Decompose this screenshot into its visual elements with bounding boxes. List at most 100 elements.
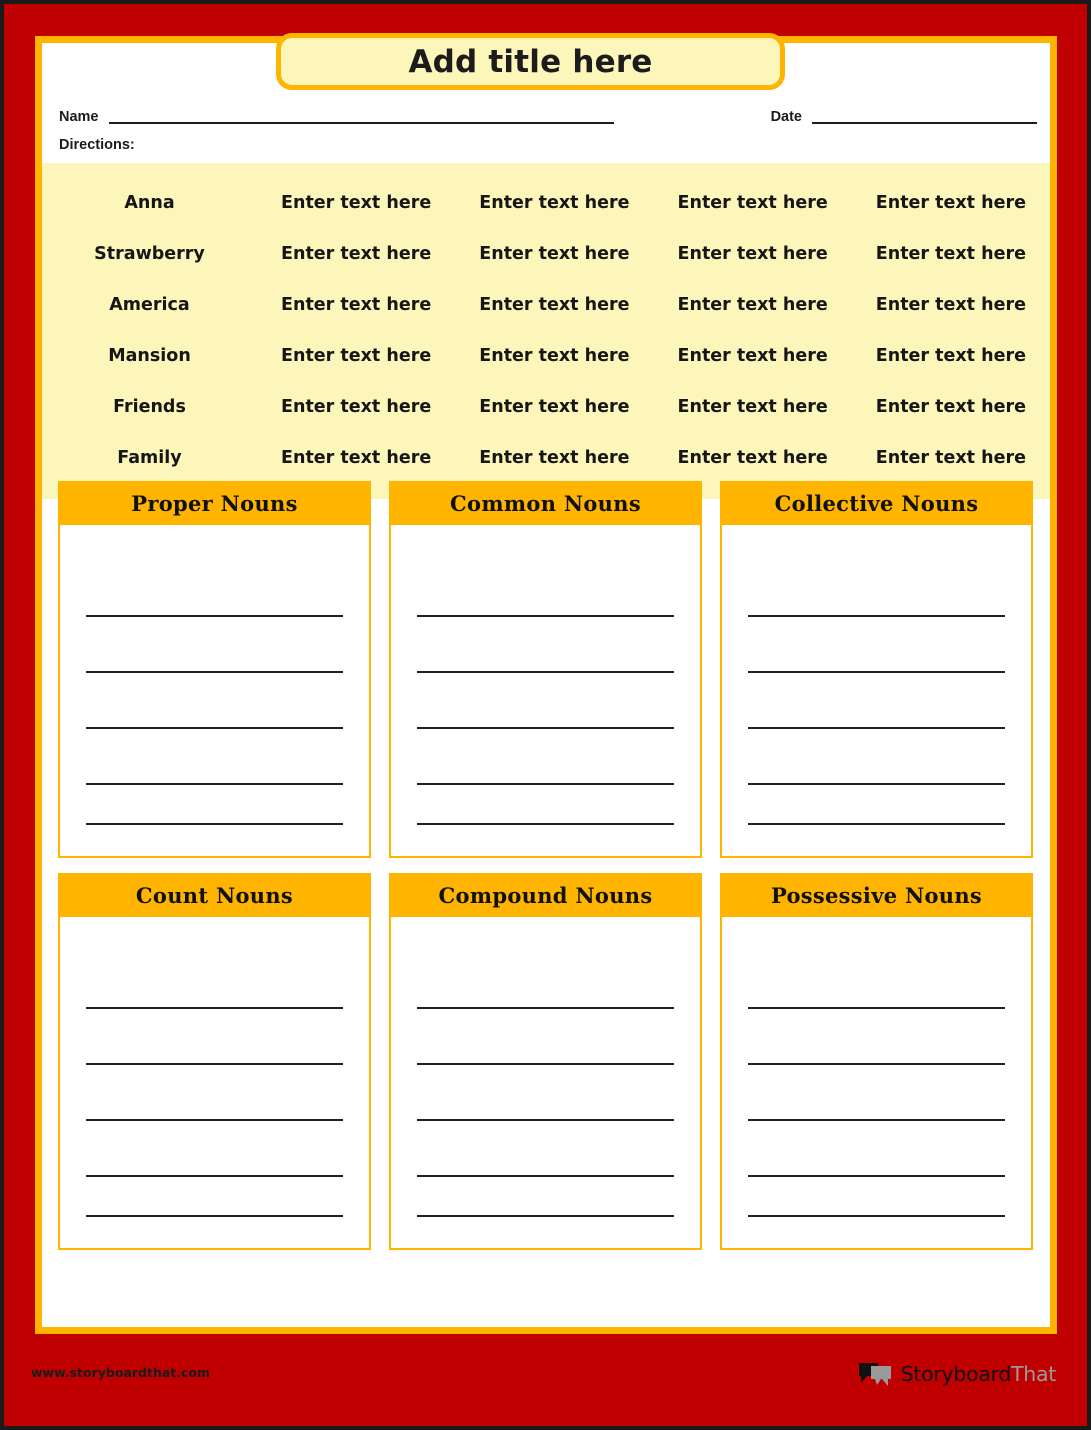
write-line[interactable] [748,561,1005,617]
write-line[interactable] [86,1009,343,1065]
write-line[interactable] [748,1065,1005,1121]
date-label: Date [770,109,802,125]
category-header: Count Nouns [58,873,371,917]
footer-website-url[interactable]: www.storyboardthat.com [31,1365,210,1380]
write-line[interactable] [748,673,1005,729]
write-line[interactable] [417,1121,674,1177]
logo-text-that: That [1011,1362,1056,1386]
worksheet-page: Name Date Directions: Anna Enter text he… [0,0,1091,1430]
word-bank-word: Family [117,447,182,468]
word-bank-entry[interactable]: Enter text here [455,193,653,213]
write-line[interactable] [748,953,1005,1009]
write-line[interactable] [748,1009,1005,1065]
category-title: Possessive Nouns [770,882,983,908]
speech-bubbles-icon [858,1363,891,1386]
category-answer-area[interactable] [720,917,1033,1250]
word-bank-entry[interactable]: Enter text here [654,295,852,315]
word-bank-entry[interactable]: Enter text here [455,346,653,366]
page-title: Add title here [408,43,653,80]
category-answer-area[interactable] [720,525,1033,858]
word-bank-word: Mansion [108,345,191,366]
directions-label: Directions: [59,137,135,153]
write-line[interactable] [417,953,674,1009]
word-bank-entry[interactable]: Enter text here [257,346,455,366]
write-line[interactable] [417,785,674,825]
word-bank-entry[interactable]: Enter text here [257,295,455,315]
write-line[interactable] [748,1121,1005,1177]
category-title: Common Nouns [450,490,641,516]
word-bank-entry[interactable]: Enter text here [257,193,455,213]
word-bank-entry[interactable]: Enter text here [257,448,455,468]
worksheet-title-banner[interactable]: Add title here [276,33,785,90]
meta-row: Name Date [59,93,1037,127]
category-title: Count Nouns [135,882,294,908]
word-bank-entry[interactable]: Enter text here [455,397,653,417]
write-line[interactable] [86,673,343,729]
word-bank-row: Mansion Enter text here Enter text here … [42,330,1050,381]
category-answer-area[interactable] [58,917,371,1250]
name-label: Name [59,109,99,125]
word-bank-row: Family Enter text here Enter text here E… [42,432,1050,483]
write-line[interactable] [748,729,1005,785]
category-grid: Proper Nouns Common Nouns Collective Nou… [58,481,1034,1250]
category-header: Compound Nouns [389,873,702,917]
date-input-line[interactable] [812,122,1037,124]
word-bank-entry[interactable]: Enter text here [654,244,852,264]
write-line[interactable] [748,785,1005,825]
name-input-line[interactable] [108,122,614,124]
write-line[interactable] [86,785,343,825]
word-bank-entry[interactable]: Enter text here [852,346,1050,366]
write-line[interactable] [417,673,674,729]
word-bank-entry[interactable]: Enter text here [852,448,1050,468]
category-box-proper-nouns: Proper Nouns [58,481,371,858]
write-line[interactable] [417,1009,674,1065]
category-title: Proper Nouns [131,490,298,516]
word-bank-entry[interactable]: Enter text here [455,295,653,315]
write-line[interactable] [86,617,343,673]
write-line[interactable] [86,953,343,1009]
word-bank-row: America Enter text here Enter text here … [42,279,1050,330]
category-box-count-nouns: Count Nouns [58,873,371,1250]
write-line[interactable] [417,617,674,673]
word-bank-entry[interactable]: Enter text here [257,244,455,264]
write-line[interactable] [748,617,1005,673]
category-header: Common Nouns [389,481,702,525]
write-line[interactable] [748,1177,1005,1217]
category-box-collective-nouns: Collective Nouns [720,481,1033,858]
write-line[interactable] [417,1065,674,1121]
write-line[interactable] [86,561,343,617]
write-line[interactable] [417,729,674,785]
word-bank-entry[interactable]: Enter text here [852,397,1050,417]
write-line[interactable] [417,561,674,617]
word-bank-entry[interactable]: Enter text here [852,244,1050,264]
word-bank-entry[interactable]: Enter text here [852,193,1050,213]
logo-wordmark: StoryboardThat [900,1362,1057,1386]
write-line[interactable] [86,729,343,785]
category-answer-area[interactable] [389,917,702,1250]
word-bank-entry[interactable]: Enter text here [852,295,1050,315]
word-bank-entry[interactable]: Enter text here [654,448,852,468]
word-bank-entry[interactable]: Enter text here [654,397,852,417]
word-bank-word: Anna [124,192,175,213]
write-line[interactable] [86,1121,343,1177]
storyboardthat-logo[interactable]: StoryboardThat [858,1361,1056,1387]
word-bank-entry[interactable]: Enter text here [455,448,653,468]
write-line[interactable] [417,1177,674,1217]
write-line[interactable] [86,1065,343,1121]
category-title: Compound Nouns [438,882,653,908]
category-box-possessive-nouns: Possessive Nouns [720,873,1033,1250]
category-answer-area[interactable] [58,525,371,858]
footer: www.storyboardthat.com StoryboardThat [4,1330,1087,1426]
category-header: Possessive Nouns [720,873,1033,917]
word-bank-word: Strawberry [94,243,205,264]
word-bank-entry[interactable]: Enter text here [654,193,852,213]
word-bank-entry[interactable]: Enter text here [257,397,455,417]
category-title: Collective Nouns [774,490,979,516]
write-line[interactable] [86,1177,343,1217]
category-answer-area[interactable] [389,525,702,858]
logo-text-storyboard: Storyboard [900,1362,1012,1386]
word-bank-entry[interactable]: Enter text here [654,346,852,366]
category-header: Collective Nouns [720,481,1033,525]
word-bank-entry[interactable]: Enter text here [455,244,653,264]
category-box-compound-nouns: Compound Nouns [389,873,702,1250]
